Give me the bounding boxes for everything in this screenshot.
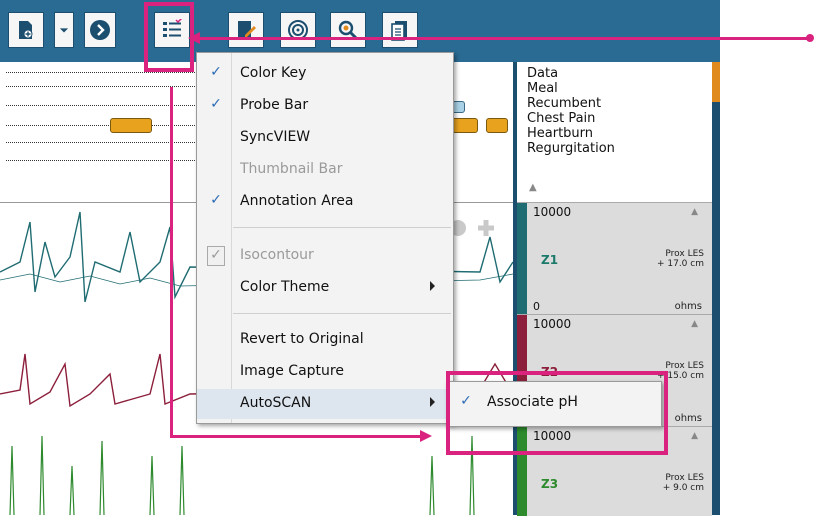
channel-max: 10000	[533, 317, 572, 331]
zoom-in-icon[interactable]	[478, 220, 494, 236]
legend-item: Meal	[527, 81, 558, 96]
checkmark-icon: ✓	[210, 64, 222, 80]
menu-item-label: SyncVIEW	[240, 129, 311, 145]
view-options-menu: ✓ Color Key ✓ Probe Bar SyncVIEW Thumbna…	[196, 52, 454, 424]
callout-dot	[806, 34, 814, 42]
scroll-up-icon[interactable]: ▲	[529, 182, 537, 193]
menu-item-color-key[interactable]: ✓ Color Key	[197, 59, 453, 89]
menu-item-image-capture[interactable]: Image Capture	[197, 357, 453, 387]
channel-name: Z3	[541, 477, 559, 491]
scrollbar[interactable]	[712, 62, 720, 515]
z3-trace	[9, 435, 475, 515]
checkmark-icon: ✓	[210, 192, 222, 208]
dropdown-arrow-icon	[59, 28, 69, 33]
menu-separator	[233, 313, 451, 314]
arrow-head-icon	[420, 430, 432, 442]
scroll-up-icon[interactable]: ▲	[691, 431, 698, 441]
menu-item-isocontour: ✓ Isocontour	[197, 241, 453, 271]
menu-item-label: Image Capture	[240, 363, 344, 379]
menu-item-label: Revert to Original	[240, 331, 364, 347]
menu-item-annotation-area[interactable]: ✓ Annotation Area	[197, 187, 453, 217]
menu-item-label: AutoSCAN	[240, 395, 312, 411]
submenu-arrow-icon	[430, 397, 435, 407]
new-document-button[interactable]	[8, 12, 44, 48]
clipboard-button[interactable]	[382, 12, 418, 48]
callout-line	[196, 37, 810, 40]
channel-location: Prox LES + 17.0 cm	[656, 249, 704, 269]
scroll-up-icon[interactable]: ▲	[691, 319, 698, 329]
callout-line	[170, 87, 173, 437]
annotation-marker[interactable]	[110, 118, 152, 133]
annotation-marker[interactable]	[452, 118, 478, 133]
annotation-legend: Data Meal Recumbent Chest Pain Heartburn…	[517, 62, 712, 202]
scrollbar-thumb[interactable]	[712, 62, 720, 102]
channel-units: ohms	[674, 301, 702, 312]
menu-item-label: Color Theme	[240, 279, 330, 295]
submenu-arrow-icon	[430, 281, 435, 291]
annotation-marker[interactable]	[486, 118, 508, 133]
channel-color	[517, 203, 527, 315]
channel-name: Z1	[541, 253, 559, 267]
menu-item-label: Isocontour	[240, 247, 314, 263]
search-button[interactable]	[330, 12, 366, 48]
menu-item-probe-bar[interactable]: ✓ Probe Bar	[197, 91, 453, 121]
menu-item-syncview[interactable]: SyncVIEW	[197, 123, 453, 153]
edit-button[interactable]	[228, 12, 264, 48]
menu-separator	[233, 227, 451, 228]
highlight-box	[144, 2, 194, 72]
new-document-icon	[19, 21, 33, 39]
legend-item: Chest Pain	[527, 111, 596, 126]
menu-item-color-theme[interactable]: Color Theme	[197, 273, 453, 303]
scroll-up-icon[interactable]: ▲	[691, 207, 698, 217]
legend-item: Regurgitation	[527, 141, 615, 156]
menu-item-autoscan[interactable]: AutoSCAN	[197, 389, 453, 419]
legend-item: Data	[527, 66, 559, 81]
highlight-box	[446, 371, 668, 455]
menu-item-label: Annotation Area	[240, 193, 354, 209]
checkmark-icon: ✓	[207, 246, 225, 266]
new-document-dropdown[interactable]	[54, 12, 74, 48]
legend-item: Heartburn	[527, 126, 594, 141]
legend-item: Recumbent	[527, 96, 602, 111]
arrow-head-icon	[188, 32, 200, 44]
target-button[interactable]	[280, 12, 316, 48]
next-button[interactable]	[84, 12, 116, 48]
menu-item-label: Color Key	[240, 65, 307, 81]
channel-location: Prox LES + 9.0 cm	[662, 473, 704, 493]
channel-min: 0	[533, 300, 540, 313]
menu-item-label: Thumbnail Bar	[240, 161, 343, 177]
channel-row-z1: 10000 ▲ Z1 Prox LES + 17.0 cm 0 ohms	[517, 202, 712, 315]
channel-units: ohms	[674, 413, 702, 424]
next-icon	[90, 20, 110, 40]
menu-item-revert-to-original[interactable]: Revert to Original	[197, 325, 453, 355]
menu-item-label: Probe Bar	[240, 97, 309, 113]
channel-max: 10000	[533, 205, 572, 219]
menu-item-thumbnail-bar: Thumbnail Bar	[197, 155, 453, 185]
checkmark-icon: ✓	[210, 96, 222, 112]
callout-line	[170, 435, 424, 438]
